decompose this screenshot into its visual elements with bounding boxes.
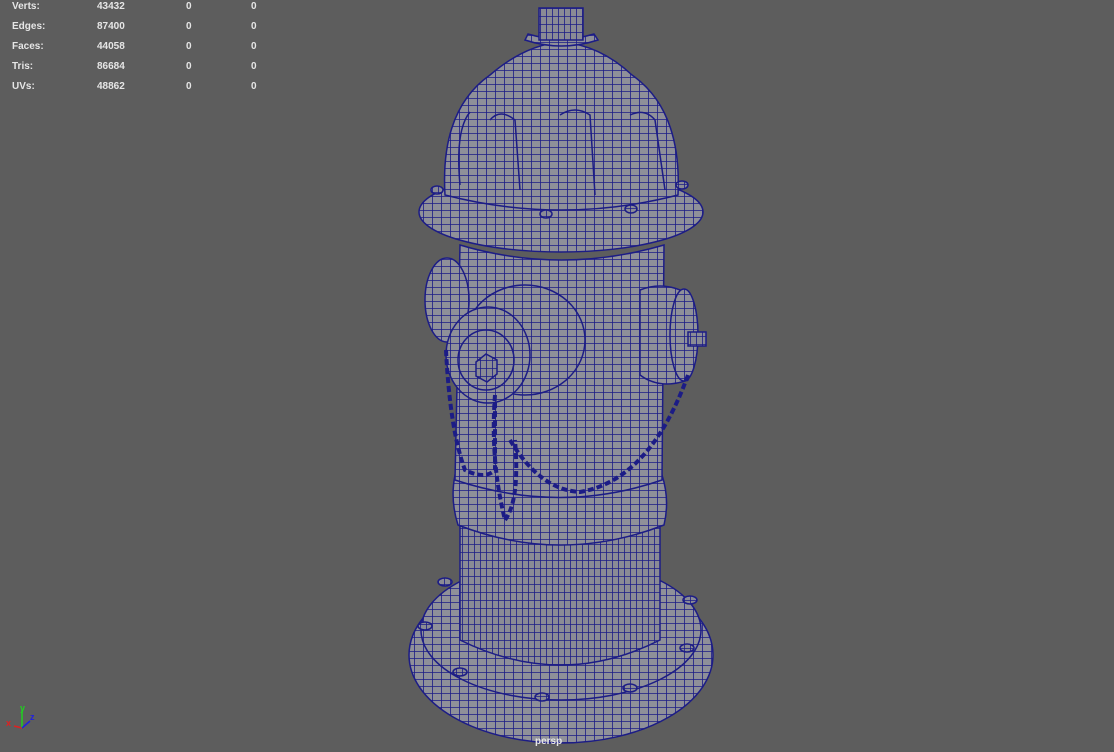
- stat-selected: 0: [186, 41, 192, 52]
- axis-x-label: x: [6, 718, 11, 728]
- stat-selected: 0: [186, 21, 192, 32]
- stat-label: Verts:: [12, 1, 40, 12]
- viewport-3d[interactable]: [0, 0, 1114, 752]
- dome: [443, 41, 680, 211]
- stat-total: 43432: [97, 1, 125, 12]
- hydrant-mesh[interactable]: [408, 7, 714, 744]
- top-nut: [538, 7, 584, 41]
- stat-total: 48862: [97, 81, 125, 92]
- stat-row-faces: Faces: 44058 0 0: [12, 41, 272, 55]
- stat-extra: 0: [251, 21, 257, 32]
- axis-z-label: z: [30, 712, 35, 722]
- stat-selected: 0: [186, 61, 192, 72]
- right-nozzle-nut: [687, 331, 707, 347]
- stat-row-verts: Verts: 43432 0 0: [12, 1, 272, 15]
- camera-label: persp: [535, 736, 563, 747]
- stat-selected: 0: [186, 1, 192, 12]
- axis-y-label: y: [20, 704, 25, 713]
- stat-extra: 0: [251, 1, 257, 12]
- axis-gizmo-icon: x y z: [6, 704, 35, 729]
- stat-total: 86684: [97, 61, 125, 72]
- stat-label: Tris:: [12, 61, 34, 72]
- stat-selected: 0: [186, 81, 192, 92]
- stat-label: UVs:: [12, 81, 35, 92]
- stat-extra: 0: [251, 41, 257, 52]
- stat-total: 87400: [97, 21, 125, 32]
- stat-row-tris: Tris: 86684 0 0: [12, 61, 272, 75]
- stat-total: 44058: [97, 41, 125, 52]
- stat-row-uvs: UVs: 48862 0 0: [12, 81, 272, 95]
- stat-label: Faces:: [12, 41, 44, 52]
- stat-row-edges: Edges: 87400 0 0: [12, 21, 272, 35]
- stat-extra: 0: [251, 81, 257, 92]
- stat-label: Edges:: [12, 21, 46, 32]
- stat-extra: 0: [251, 61, 257, 72]
